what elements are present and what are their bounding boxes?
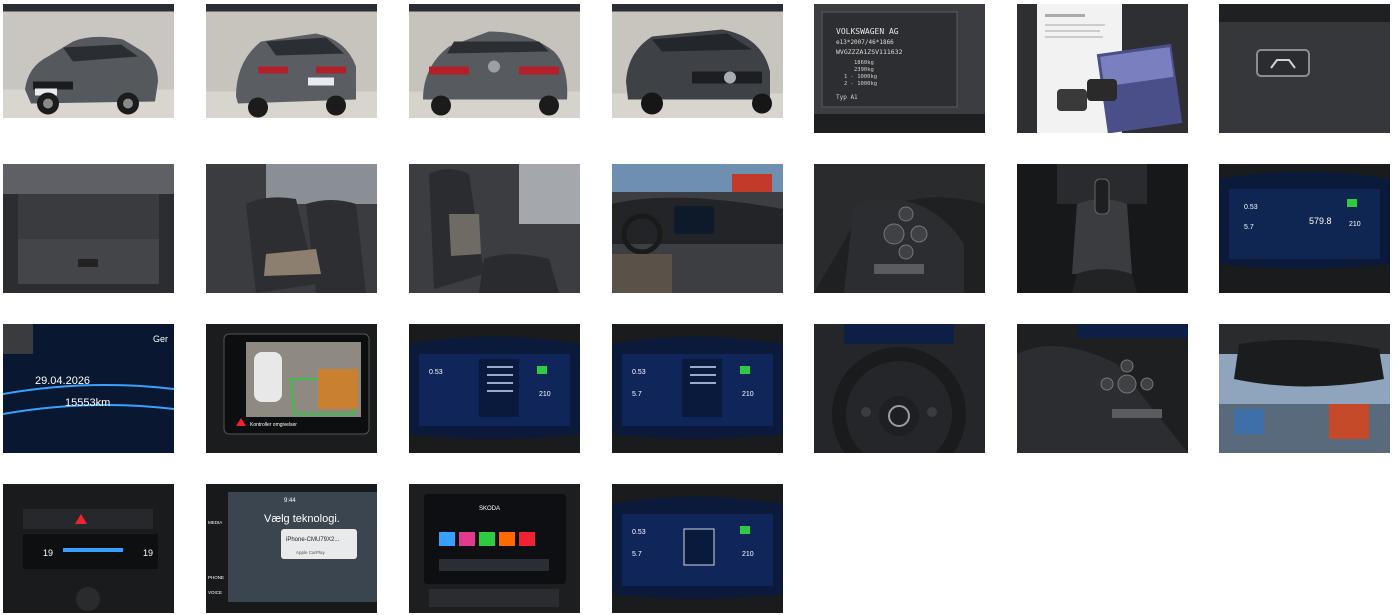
cluster-menu-2-avg: 5.7 xyxy=(632,391,642,398)
cluster-2-range: 210 xyxy=(742,551,754,558)
cluster-2-avg: 5.7 xyxy=(632,551,642,558)
steering-wheel-right-image xyxy=(814,164,985,293)
photo-cluster-menu-2[interactable]: 0.53 5.7 210 xyxy=(612,324,783,453)
cluster-menu-1-range: 210 xyxy=(539,391,551,398)
cluster-2-trip: 0.53 xyxy=(632,529,646,536)
climate-controls-image: 19 19 xyxy=(3,484,174,613)
vin-weight-3: 1 - 1000kg xyxy=(844,74,877,80)
cluster-menu-2-range: 210 xyxy=(742,391,754,398)
photo-front-seat[interactable] xyxy=(409,164,580,293)
trunk-button-image xyxy=(1219,4,1390,133)
photo-steering-wheel-left[interactable] xyxy=(1017,324,1188,453)
vin-weight-2: 2390kg xyxy=(854,67,874,73)
photo-dashboard[interactable] xyxy=(612,164,783,293)
vin-type-text: Typ A1 xyxy=(836,94,858,101)
photo-instrument-cluster-2[interactable]: 0.53 5.7 210 xyxy=(612,484,783,613)
car-rear-image xyxy=(409,11,580,118)
vin-weight-1: 1860kg xyxy=(854,60,874,66)
cluster-1-trip: 0.53 xyxy=(1244,204,1258,211)
photo-rear-seats[interactable] xyxy=(206,164,377,293)
front-seat-image xyxy=(409,164,580,293)
phone-title: Vælg teknologi. xyxy=(264,513,340,525)
photo-cluster-menu-1[interactable]: 0.53 210 xyxy=(409,324,580,453)
photo-gallery: VOLKSWAGEN AG e13*2007/46*1866 WVGZZZA1Z… xyxy=(0,0,1399,615)
photo-infotainment-menu[interactable]: SKODA xyxy=(409,484,580,613)
photo-odometer[interactable]: Ger 29.04.2026 15553km xyxy=(3,324,174,453)
camera-warning-text: Kontroller omgivelser xyxy=(250,422,297,428)
photo-manuals-keys[interactable] xyxy=(1017,4,1188,133)
vin-approval-text: e13*2007/46*1866 xyxy=(836,39,894,46)
infotainment-menu-image: SKODA xyxy=(409,484,580,613)
photo-car-front-left[interactable] xyxy=(3,4,174,118)
climate-left-temp: 19 xyxy=(43,548,53,558)
dashboard-image xyxy=(612,164,783,293)
phone-side-media: MEDIA xyxy=(208,520,222,525)
vin-weight-4: 2 - 1000kg xyxy=(844,81,877,87)
photo-steering-wheel-right[interactable] xyxy=(814,164,985,293)
odometer-date: 29.04.2026 xyxy=(35,375,90,387)
photo-car-rear-left[interactable] xyxy=(206,4,377,118)
vin-plate-image: VOLKSWAGEN AG e13*2007/46*1866 WVGZZZA1Z… xyxy=(814,4,985,133)
photo-steering-wheel[interactable] xyxy=(814,324,985,453)
car-front-image xyxy=(612,11,783,118)
cluster-menu-2-image: 0.53 5.7 210 xyxy=(612,324,783,453)
phone-side-phone: PHONE xyxy=(208,575,224,580)
manuals-keys-image xyxy=(1017,4,1188,133)
instrument-cluster-1-image: 0.53 579.8 5.7 210 xyxy=(1219,164,1390,293)
climate-right-temp: 19 xyxy=(143,548,153,558)
photo-car-front[interactable] xyxy=(612,4,783,118)
photo-rear-camera[interactable]: Kontroller omgivelser xyxy=(206,324,377,453)
rearview-mirror-image xyxy=(1219,324,1390,453)
photo-vin-plate[interactable]: VOLKSWAGEN AG e13*2007/46*1866 WVGZZZA1Z… xyxy=(814,4,985,133)
cluster-menu-1-trip: 0.53 xyxy=(429,369,443,376)
vin-maker-text: VOLKSWAGEN AG xyxy=(836,27,899,36)
odometer-label: Ger xyxy=(153,334,168,344)
car-rear-left-image xyxy=(206,11,377,118)
vin-number-text: WVGZZZA1ZSV111632 xyxy=(836,48,903,56)
odometer-image: Ger 29.04.2026 15553km xyxy=(3,324,174,453)
gear-shifter-image xyxy=(1017,164,1188,293)
cluster-1-distance: 579.8 xyxy=(1309,216,1332,226)
trunk-interior-image xyxy=(3,164,174,293)
photo-trunk-button[interactable] xyxy=(1219,4,1390,133)
phone-side-voice: VOICE xyxy=(208,590,222,595)
odometer-km: 15553km xyxy=(65,397,110,409)
cluster-1-avg: 5.7 xyxy=(1244,224,1254,231)
photo-gear-shifter[interactable] xyxy=(1017,164,1188,293)
photo-climate-controls[interactable]: 19 19 xyxy=(3,484,174,613)
photo-rearview-mirror[interactable] xyxy=(1219,324,1390,453)
cluster-menu-2-trip: 0.53 xyxy=(632,369,646,376)
phone-device: iPhone-CMU79X2... xyxy=(286,537,340,543)
photo-car-rear[interactable] xyxy=(409,4,580,118)
cluster-menu-1-image: 0.53 210 xyxy=(409,324,580,453)
phone-time: 9:44 xyxy=(284,498,296,504)
menu-title: SKODA xyxy=(479,506,500,512)
car-front-left-image xyxy=(3,11,174,118)
photo-trunk-interior[interactable] xyxy=(3,164,174,293)
rear-seats-image xyxy=(206,164,377,293)
steering-wheel-image xyxy=(814,324,985,453)
phone-connect-image: 9:44 Vælg teknologi. iPhone-CMU79X2... A… xyxy=(206,484,377,613)
cluster-1-range: 210 xyxy=(1349,221,1361,228)
rear-camera-image: Kontroller omgivelser xyxy=(206,324,377,453)
phone-carplay: Apple CarPlay xyxy=(296,550,326,555)
photo-instrument-cluster-1[interactable]: 0.53 579.8 5.7 210 xyxy=(1219,164,1390,293)
photo-phone-connect[interactable]: 9:44 Vælg teknologi. iPhone-CMU79X2... A… xyxy=(206,484,377,613)
instrument-cluster-2-image: 0.53 5.7 210 xyxy=(612,484,783,613)
steering-wheel-left-image xyxy=(1017,324,1188,453)
